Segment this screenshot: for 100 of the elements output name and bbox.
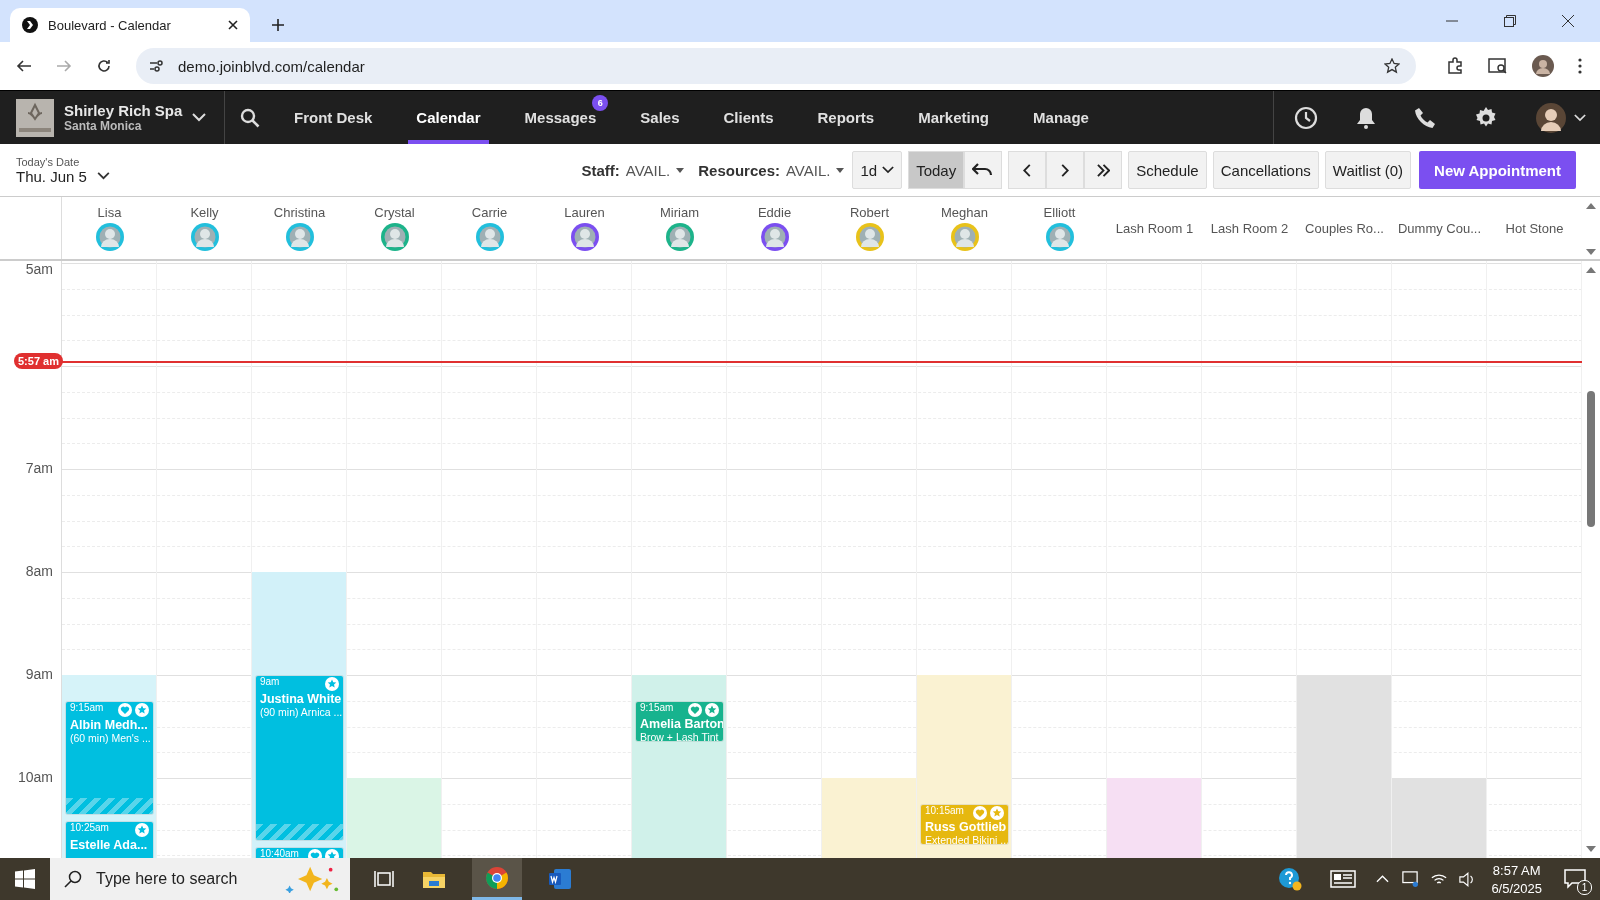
staff-name: Lauren bbox=[564, 205, 605, 220]
menu-icon[interactable] bbox=[1578, 58, 1582, 74]
staff-name: Crystal bbox=[374, 205, 415, 220]
staff-label: Staff: bbox=[581, 161, 620, 179]
business-location: Santa Monica bbox=[64, 119, 143, 133]
bookmark-star-icon[interactable] bbox=[1384, 58, 1400, 74]
monitor-icon[interactable] bbox=[1401, 871, 1420, 887]
taskbar-time: 8:57 AM bbox=[1492, 862, 1541, 878]
staff-name: Eddie bbox=[757, 205, 792, 220]
nav-tab[interactable]: Clients bbox=[715, 91, 782, 144]
nav-tab[interactable]: Front Desk bbox=[286, 91, 381, 144]
business-logo-icon bbox=[16, 98, 54, 137]
client-name: Estelle Ada... bbox=[70, 837, 149, 852]
staff-avatar-icon[interactable] bbox=[570, 223, 599, 251]
nav-tab[interactable]: Reports bbox=[809, 91, 883, 144]
windows-start-icon[interactable] bbox=[15, 869, 35, 889]
folder-icon[interactable] bbox=[422, 869, 446, 889]
resource-name: Lash Room 2 bbox=[1210, 220, 1289, 236]
restore-icon[interactable] bbox=[1504, 15, 1516, 27]
service-name: Brow + Lash Tint bbox=[640, 730, 719, 741]
staff-filter-dropdown[interactable]: AVAIL. bbox=[625, 161, 685, 179]
word-app-icon[interactable] bbox=[548, 868, 572, 890]
puzzle-icon[interactable] bbox=[1446, 57, 1464, 75]
staff-name: Miriam bbox=[660, 205, 699, 220]
undo-button[interactable] bbox=[964, 151, 1003, 189]
resource-name: Hot Stone bbox=[1505, 220, 1564, 236]
nav-tab[interactable]: Marketing bbox=[910, 91, 998, 144]
news-icon[interactable] bbox=[1330, 869, 1357, 889]
scroll-down-icon[interactable] bbox=[1586, 249, 1596, 255]
client-name: Albin Medh... bbox=[70, 717, 149, 732]
address-bar[interactable]: demo.joinblvd.com/calendar bbox=[136, 48, 1416, 84]
nav-tab[interactable]: Manage bbox=[1025, 91, 1097, 144]
bell-icon[interactable] bbox=[1356, 106, 1376, 129]
fast-forward-button[interactable] bbox=[1084, 151, 1123, 189]
scrollbar-thumb[interactable] bbox=[1587, 391, 1595, 527]
service-name: (60 min) Men's ... bbox=[70, 731, 149, 744]
resources-label: Resources: bbox=[698, 161, 780, 179]
message-count-badge: 6 bbox=[592, 95, 609, 111]
site-settings-icon[interactable] bbox=[148, 58, 164, 74]
scroll-up-icon[interactable] bbox=[1586, 267, 1596, 273]
scroll-down-icon[interactable] bbox=[1586, 846, 1596, 852]
chrome-browser-icon[interactable] bbox=[485, 865, 509, 890]
staff-name: Meghan bbox=[941, 205, 988, 220]
phone-icon[interactable] bbox=[1414, 106, 1436, 129]
toolbar-button[interactable]: Cancellations bbox=[1212, 151, 1319, 189]
client-name: Russ Gottlieb bbox=[925, 819, 1004, 834]
taskbar-date: 6/5/2025 bbox=[1491, 880, 1542, 896]
star-icon bbox=[135, 702, 149, 717]
nav-tab[interactable]: Calendar bbox=[408, 91, 489, 144]
previous-button[interactable] bbox=[1008, 151, 1047, 189]
star-icon bbox=[705, 702, 719, 717]
clock-icon[interactable] bbox=[1294, 105, 1318, 130]
chevron-down-icon bbox=[882, 166, 895, 174]
notification-icon[interactable] bbox=[1564, 869, 1586, 889]
resource-name: Lash Room 1 bbox=[1115, 220, 1194, 236]
help-icon[interactable] bbox=[1278, 867, 1303, 891]
scroll-up-icon[interactable] bbox=[1586, 203, 1596, 209]
staff-name: Lisa bbox=[97, 205, 122, 220]
close-icon[interactable] bbox=[1562, 15, 1574, 27]
chevron-down-icon[interactable] bbox=[96, 172, 110, 180]
current-date: Thu. Jun 5 bbox=[16, 167, 87, 185]
staff-avatar-icon[interactable] bbox=[665, 223, 694, 251]
taskbar-search-field[interactable]: Type here to search bbox=[50, 858, 350, 900]
notification-count: 1 bbox=[1577, 880, 1592, 895]
search-icon[interactable] bbox=[240, 107, 260, 128]
staff-name: Kelly bbox=[190, 205, 219, 220]
toolbar-button[interactable]: Schedule bbox=[1128, 151, 1207, 189]
reload-icon[interactable] bbox=[96, 58, 112, 74]
hour-label: 5am bbox=[25, 261, 53, 277]
staff-avatar-icon[interactable] bbox=[380, 223, 409, 251]
user-avatar-icon[interactable] bbox=[1536, 102, 1566, 133]
appointment-time: 10:40am bbox=[260, 848, 299, 858]
appointment-time: 9:15am bbox=[640, 702, 674, 713]
undo-icon bbox=[972, 163, 995, 177]
chevron-up-icon[interactable] bbox=[1376, 875, 1390, 883]
speaker-icon[interactable] bbox=[1459, 871, 1476, 887]
browser-tab[interactable]: Boulevard - Calendar bbox=[10, 8, 250, 42]
search-icon bbox=[64, 870, 82, 888]
view-dropdown[interactable]: 1d bbox=[852, 151, 903, 189]
hour-label: 8am bbox=[25, 563, 53, 579]
current-time-badge: 5:57 am bbox=[14, 352, 63, 369]
new-tab-icon[interactable] bbox=[272, 19, 284, 31]
hour-label: 9am bbox=[25, 666, 53, 682]
staff-name: Robert bbox=[850, 205, 889, 220]
profile-avatar-icon[interactable] bbox=[1532, 55, 1554, 77]
appointment-time: 9am bbox=[260, 677, 280, 687]
today-button[interactable]: Today bbox=[908, 151, 965, 189]
staff-avatar-icon[interactable] bbox=[760, 223, 789, 251]
chevron-right-icon bbox=[1061, 163, 1070, 177]
resources-filter-dropdown[interactable]: AVAIL. bbox=[785, 161, 845, 179]
task-view-icon[interactable] bbox=[374, 870, 394, 888]
client-name: Justina White bbox=[260, 692, 339, 706]
business-name: Shirley Rich Spa bbox=[64, 102, 182, 119]
close-icon[interactable] bbox=[228, 20, 238, 30]
tab-search-icon[interactable] bbox=[1488, 57, 1508, 75]
back-icon[interactable] bbox=[16, 58, 32, 74]
toolbar-button[interactable]: Waitlist (0) bbox=[1324, 151, 1412, 189]
new-appointment-button[interactable]: New Appointment bbox=[1419, 151, 1576, 189]
appointment-time: 10:15am bbox=[925, 805, 964, 816]
nav-tab[interactable]: Sales bbox=[632, 91, 688, 144]
